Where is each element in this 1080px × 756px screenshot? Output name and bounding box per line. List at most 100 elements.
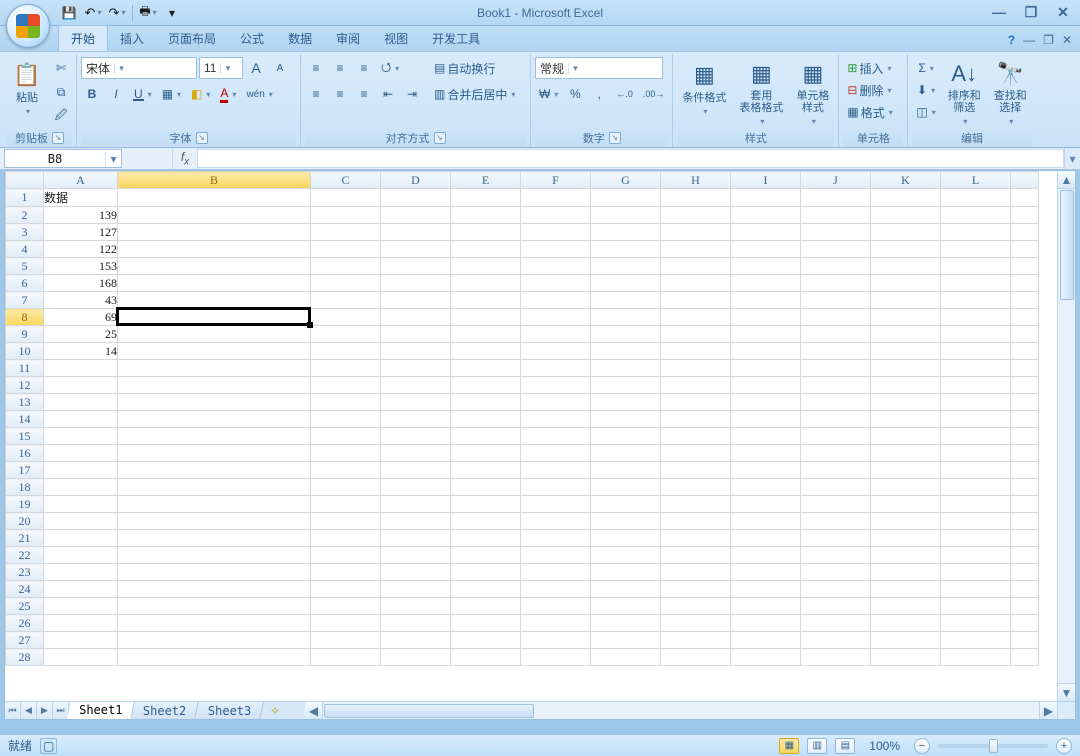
cell-A24[interactable] [44,581,118,598]
cell-D19[interactable] [381,496,451,513]
cell-A27[interactable] [44,632,118,649]
cell-J13[interactable] [801,394,871,411]
name-box-dropdown[interactable]: ▾ [105,152,121,166]
sheet-nav-first[interactable]: ⏮ [5,702,21,719]
row-header-21[interactable]: 21 [6,530,44,547]
cell-I19[interactable] [731,496,801,513]
cell-G6[interactable] [591,275,661,292]
cell-L7[interactable] [941,292,1011,309]
cell-L5[interactable] [941,258,1011,275]
cell-C21[interactable] [311,530,381,547]
cell-J15[interactable] [801,428,871,445]
cell-A9[interactable]: 25 [44,326,118,343]
cell-E14[interactable] [451,411,521,428]
row-header-7[interactable]: 7 [6,292,44,309]
cell-K23[interactable] [871,564,941,581]
cell-J11[interactable] [801,360,871,377]
col-header-A[interactable]: A [44,172,118,189]
cell-G12[interactable] [591,377,661,394]
worksheet-grid[interactable]: ABCDEFGHIJKL1数据2139312741225153616874386… [5,171,1039,666]
cell-F24[interactable] [521,581,591,598]
cell-J18[interactable] [801,479,871,496]
cell-B1[interactable] [118,189,311,207]
cell-K28[interactable] [871,649,941,666]
cell-F22[interactable] [521,547,591,564]
cell-B9[interactable] [118,326,311,343]
cell-L16[interactable] [941,445,1011,462]
cell-E2[interactable] [451,207,521,224]
cell-G21[interactable] [591,530,661,547]
cell-L15[interactable] [941,428,1011,445]
cell-A5[interactable]: 153 [44,258,118,275]
cell-D16[interactable] [381,445,451,462]
cell-J5[interactable] [801,258,871,275]
cell-H24[interactable] [661,581,731,598]
qat-undo[interactable]: ↶ [82,2,104,24]
cell-E7[interactable] [451,292,521,309]
cell-E26[interactable] [451,615,521,632]
shrink-font-button[interactable]: A [269,57,291,79]
cell-F2[interactable] [521,207,591,224]
cell-L4[interactable] [941,241,1011,258]
cell-H17[interactable] [661,462,731,479]
cell-L12[interactable] [941,377,1011,394]
view-normal-button[interactable]: ▦ [779,738,799,754]
row-header-16[interactable]: 16 [6,445,44,462]
cell-E18[interactable] [451,479,521,496]
col-header-C[interactable]: C [311,172,381,189]
col-header-I[interactable]: I [731,172,801,189]
cell-D25[interactable] [381,598,451,615]
sheet-nav-prev[interactable]: ◀ [21,702,37,719]
cell-H9[interactable] [661,326,731,343]
cell-F12[interactable] [521,377,591,394]
cell-A12[interactable] [44,377,118,394]
cell-I25[interactable] [731,598,801,615]
zoom-slider[interactable] [938,744,1048,748]
cell-J19[interactable] [801,496,871,513]
cell-E25[interactable] [451,598,521,615]
clipboard-dialog-launcher[interactable]: ↘ [52,132,64,144]
cell-H1[interactable] [661,189,731,207]
cell-B21[interactable] [118,530,311,547]
cell-E21[interactable] [451,530,521,547]
row-header-22[interactable]: 22 [6,547,44,564]
cell-H6[interactable] [661,275,731,292]
cell-J23[interactable] [801,564,871,581]
cell-K7[interactable] [871,292,941,309]
cell-C22[interactable] [311,547,381,564]
cell-B20[interactable] [118,513,311,530]
cell-A21[interactable] [44,530,118,547]
cell-K11[interactable] [871,360,941,377]
tab-developer[interactable]: 开发工具 [420,26,492,51]
insert-function-button[interactable]: fx [172,148,198,169]
cell-E28[interactable] [451,649,521,666]
tab-formulas[interactable]: 公式 [228,26,276,51]
cell-K17[interactable] [871,462,941,479]
orientation-button[interactable]: ⭯ [377,57,403,79]
cell-B7[interactable] [118,292,311,309]
paste-button[interactable]: 📋 粘贴 [7,57,47,129]
cell-E19[interactable] [451,496,521,513]
cell-J14[interactable] [801,411,871,428]
doc-restore[interactable]: ❐ [1043,33,1054,47]
cell-I2[interactable] [731,207,801,224]
cell-K14[interactable] [871,411,941,428]
cell-B17[interactable] [118,462,311,479]
cell-H16[interactable] [661,445,731,462]
cell-E11[interactable] [451,360,521,377]
cell-C8[interactable] [311,309,381,326]
cell-E24[interactable] [451,581,521,598]
cell-K19[interactable] [871,496,941,513]
cell-G22[interactable] [591,547,661,564]
scroll-up-arrow[interactable]: ▲ [1058,171,1075,189]
increase-indent-button[interactable]: ⇥ [401,83,423,105]
cell-B22[interactable] [118,547,311,564]
cell-A19[interactable] [44,496,118,513]
cell-G9[interactable] [591,326,661,343]
cell-E10[interactable] [451,343,521,360]
cell-A20[interactable] [44,513,118,530]
cell-I1[interactable] [731,189,801,207]
row-header-18[interactable]: 18 [6,479,44,496]
cell-C25[interactable] [311,598,381,615]
cell-K8[interactable] [871,309,941,326]
